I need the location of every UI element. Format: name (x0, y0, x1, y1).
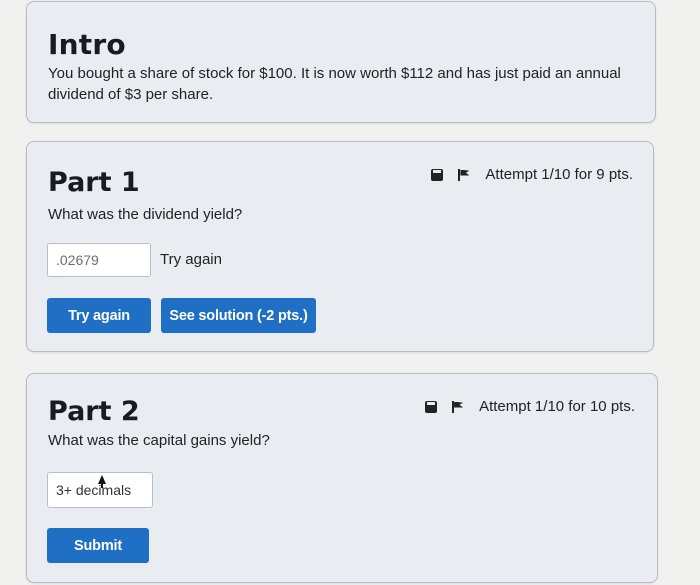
save-icon[interactable] (431, 168, 444, 181)
part1-attempt-info: Attempt 1/10 for 9 pts. (431, 166, 633, 183)
part2-attempt-info: Attempt 1/10 for 10 pts. (425, 398, 635, 415)
intro-title: Intro (48, 28, 126, 61)
try-again-button[interactable]: Try again (47, 298, 151, 333)
part2-card: Part 2 Attempt 1/10 for 10 pts. What was… (26, 373, 658, 583)
mouse-cursor-icon (98, 475, 106, 488)
part2-title: Part 2 (48, 396, 140, 427)
part1-answer-input[interactable]: .02679 (47, 243, 151, 277)
see-solution-button[interactable]: See solution (-2 pts.) (161, 298, 316, 333)
part1-title: Part 1 (48, 167, 140, 198)
intro-card: Intro You bought a share of stock for $1… (26, 1, 656, 123)
part1-attempt-text: Attempt 1/10 for 9 pts. (485, 166, 633, 183)
part2-question: What was the capital gains yield? (48, 432, 270, 449)
flag-icon[interactable] (451, 400, 465, 414)
part1-feedback: Try again (160, 251, 222, 268)
flag-icon[interactable] (457, 168, 471, 182)
part2-attempt-text: Attempt 1/10 for 10 pts. (479, 398, 635, 415)
save-icon[interactable] (425, 400, 438, 413)
submit-button[interactable]: Submit (47, 528, 149, 563)
part1-card: Part 1 Attempt 1/10 for 9 pts. What was … (26, 141, 654, 352)
intro-text: You bought a share of stock for $100. It… (48, 65, 621, 103)
part1-question: What was the dividend yield? (48, 206, 243, 223)
